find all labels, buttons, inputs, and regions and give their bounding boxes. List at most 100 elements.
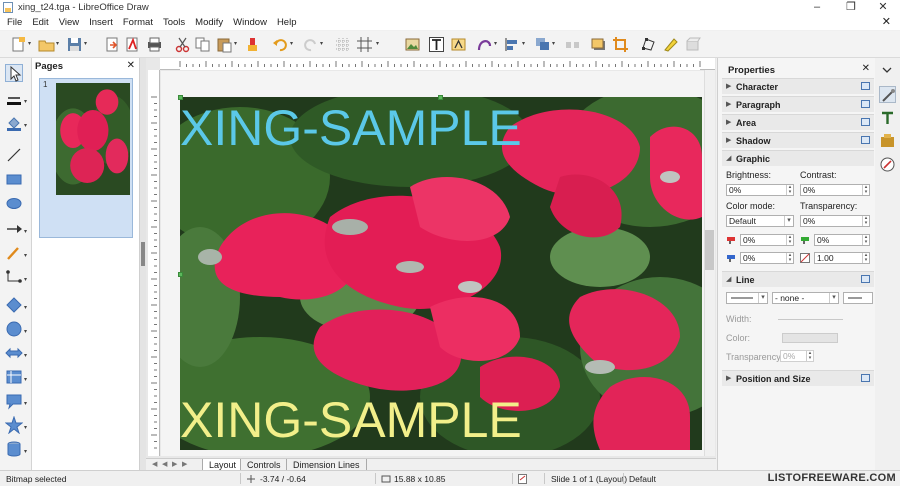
section-shadow[interactable]: ▶ Shadow: [722, 132, 874, 148]
restore-button[interactable]: ❐: [834, 0, 868, 15]
minimize-button[interactable]: –: [800, 0, 834, 15]
transparency-field[interactable]: 0% ▴ ▾: [800, 215, 870, 227]
color-mode-dropdown[interactable]: Default ▾: [726, 215, 794, 227]
toggle-extrusion-icon[interactable]: [684, 36, 701, 53]
properties-deck-icon[interactable]: [879, 86, 896, 103]
line-color-picker[interactable]: [782, 333, 838, 343]
fill-color-icon[interactable]: [5, 114, 23, 132]
menu-tools[interactable]: Tools: [158, 15, 190, 30]
3d-objects-icon[interactable]: [5, 440, 23, 458]
selected-bitmap[interactable]: XING-SAMPLE XING-SAMPLE: [180, 97, 702, 450]
more-options-icon[interactable]: [861, 136, 870, 144]
menu-edit[interactable]: Edit: [27, 15, 53, 30]
menu-file[interactable]: File: [2, 15, 27, 30]
section-area[interactable]: ▶ Area: [722, 114, 874, 130]
splitter-grip[interactable]: [141, 242, 145, 266]
basic-shapes-icon[interactable]: [5, 296, 23, 314]
menu-insert[interactable]: Insert: [84, 15, 118, 30]
bitmap-content: XING-SAMPLE XING-SAMPLE: [180, 97, 702, 450]
open-icon[interactable]: [38, 36, 55, 53]
pages-pane-close-button[interactable]: ✕: [127, 60, 135, 71]
line-end-style-dropdown[interactable]: [843, 292, 873, 304]
crop-icon[interactable]: [612, 36, 629, 53]
more-options-icon[interactable]: [861, 118, 870, 126]
print-icon[interactable]: [146, 36, 163, 53]
fontwork-icon[interactable]: [450, 36, 467, 53]
undo-icon[interactable]: [272, 36, 289, 53]
resize-handle-top-left[interactable]: [178, 95, 183, 100]
page-thumbnail[interactable]: 1: [39, 78, 133, 238]
line-style-dropdown[interactable]: ▾: [726, 292, 768, 304]
resize-handle-top[interactable]: [438, 95, 443, 100]
menu-view[interactable]: View: [54, 15, 84, 30]
image-icon[interactable]: [404, 36, 421, 53]
more-options-icon[interactable]: [861, 82, 870, 90]
save-icon[interactable]: [66, 36, 83, 53]
properties-close-button[interactable]: ✕: [862, 63, 870, 74]
green-field[interactable]: 0% ▴ ▾: [814, 234, 870, 246]
clone-formatting-icon[interactable]: [244, 36, 261, 53]
document-modified-icon[interactable]: [518, 474, 527, 484]
symbol-shapes-icon[interactable]: [5, 320, 23, 338]
section-line[interactable]: ◢ Line: [722, 271, 874, 287]
paste-icon[interactable]: [216, 36, 233, 53]
arrange-icon[interactable]: [534, 36, 551, 53]
select-icon[interactable]: [5, 64, 23, 82]
glue-icon[interactable]: [662, 36, 679, 53]
rectangle-icon[interactable]: [5, 170, 23, 188]
section-paragraph[interactable]: ▶ Paragraph: [722, 96, 874, 112]
cut-icon[interactable]: [174, 36, 191, 53]
align-icon[interactable]: [504, 36, 521, 53]
shadow-icon[interactable]: [590, 36, 607, 53]
resize-handle-left[interactable]: [178, 272, 183, 277]
more-options-icon[interactable]: [861, 100, 870, 108]
navigator-deck-icon[interactable]: [879, 156, 896, 173]
textbox-icon[interactable]: [428, 36, 445, 53]
contrast-field[interactable]: 0% ▴ ▾: [800, 184, 870, 196]
stars-icon[interactable]: [5, 416, 23, 434]
points-icon[interactable]: [640, 36, 657, 53]
grid-icon[interactable]: [334, 36, 351, 53]
menu-modify[interactable]: Modify: [190, 15, 228, 30]
line-width-slider[interactable]: [778, 319, 843, 320]
menu-help[interactable]: Help: [272, 15, 302, 30]
line-arrow-style-dropdown[interactable]: - none - ▾: [772, 292, 839, 304]
menu-window[interactable]: Window: [228, 15, 272, 30]
copy-icon[interactable]: [194, 36, 211, 53]
connector-icon[interactable]: [5, 268, 23, 286]
line-transparency-field[interactable]: 0% ▴ ▾: [780, 350, 814, 362]
menu-format[interactable]: Format: [118, 15, 158, 30]
gallery-deck-icon[interactable]: [879, 132, 896, 149]
ellipse-icon[interactable]: [5, 194, 23, 212]
distribute-icon[interactable]: [564, 36, 581, 53]
vertical-ruler[interactable]: [148, 70, 160, 456]
callouts-icon[interactable]: [5, 392, 23, 410]
styles-deck-icon[interactable]: [879, 110, 896, 127]
redo-icon[interactable]: [302, 36, 319, 53]
helplines-icon[interactable]: [356, 36, 373, 53]
curve-icon[interactable]: [476, 36, 493, 53]
section-position-and-size[interactable]: ▶ Position and Size: [722, 370, 874, 386]
blue-field[interactable]: 0% ▴ ▾: [740, 252, 794, 264]
export-pdf-icon[interactable]: [124, 36, 141, 53]
section-graphic[interactable]: ◢ Graphic: [722, 150, 874, 166]
close-document-button[interactable]: ✕: [882, 15, 891, 30]
arrow-line-icon[interactable]: [5, 220, 23, 238]
red-field[interactable]: 0% ▴ ▾: [740, 234, 794, 246]
more-options-icon[interactable]: [861, 275, 870, 283]
section-character[interactable]: ▶ Character: [722, 78, 874, 94]
horizontal-ruler[interactable]: [160, 58, 715, 70]
block-arrows-icon[interactable]: [5, 344, 23, 362]
new-icon[interactable]: [10, 36, 27, 53]
more-options-icon[interactable]: [861, 374, 870, 382]
freeform-line-icon[interactable]: [5, 244, 23, 262]
gamma-field[interactable]: 1.00 ▴ ▾: [814, 252, 870, 264]
vertical-scrollbar-thumb[interactable]: [705, 230, 714, 270]
brightness-field[interactable]: 0% ▴ ▾: [726, 184, 794, 196]
line-color-icon[interactable]: [5, 90, 23, 108]
line-icon[interactable]: [5, 146, 23, 164]
export-icon[interactable]: [104, 36, 121, 53]
close-window-button[interactable]: ✕: [866, 0, 900, 15]
flowchart-icon[interactable]: [5, 368, 23, 386]
sidebar-settings-icon[interactable]: [879, 62, 896, 79]
